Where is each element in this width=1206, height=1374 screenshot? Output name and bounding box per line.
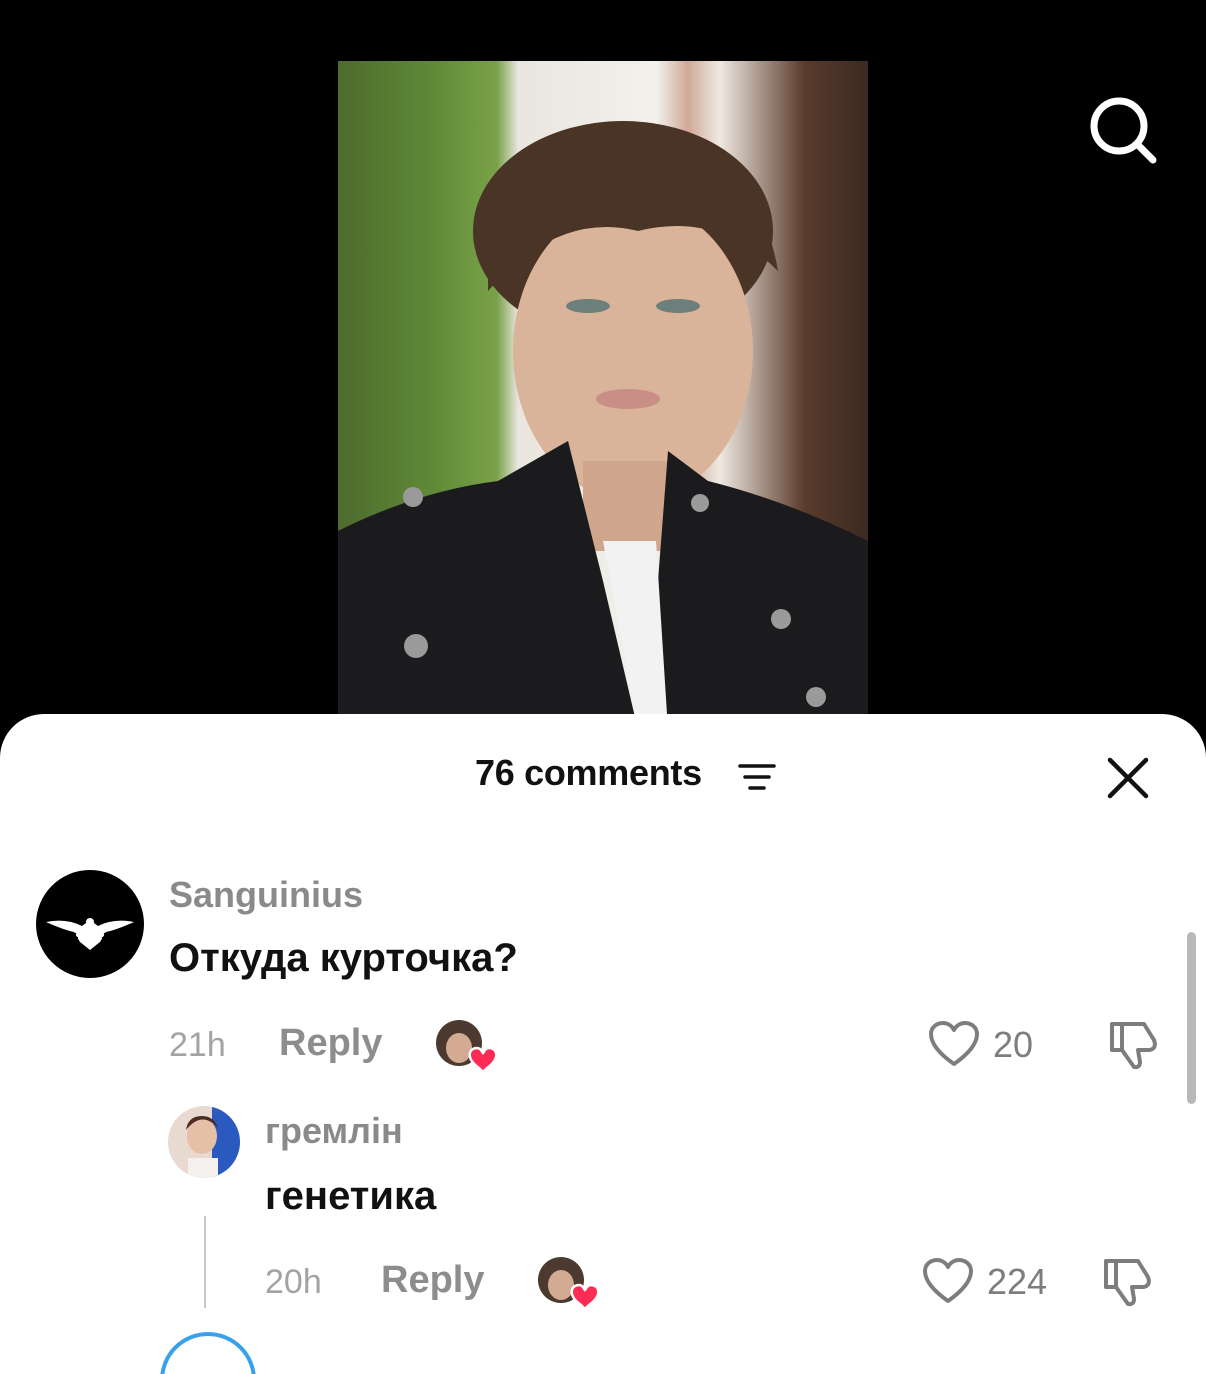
like-count: 20 [993,1024,1034,1065]
thumbs-down-icon[interactable] [1102,1257,1154,1307]
creator-liked-badge [435,1018,498,1076]
comment-text: генетика [265,1174,437,1218]
comments-count-title: 76 comments [475,752,702,793]
reply-button[interactable]: Reply [279,1022,382,1065]
heart-icon[interactable] [928,1020,980,1068]
comment-username[interactable]: Sanguinius [169,874,363,916]
video-thumbnail[interactable] [338,61,868,730]
comments-header: 76 comments [0,750,1206,806]
close-icon[interactable] [1104,754,1152,802]
sort-filter-icon[interactable] [738,762,776,792]
scrollbar[interactable] [1187,932,1196,1104]
comments-sheet: 76 comments Sanguinius Откуда курточка? … [0,714,1206,1374]
eagle-logo-icon [46,918,134,950]
comment-timestamp: 21h [169,1026,226,1064]
video-area [0,0,1206,730]
reply-button[interactable]: Reply [381,1259,484,1302]
thread-line [204,1216,206,1308]
comment-username[interactable]: гремлін [265,1110,403,1152]
comment-text: Откуда курточка? [169,936,518,980]
heart-icon[interactable] [922,1257,974,1305]
comment-timestamp: 20h [265,1263,322,1301]
next-comment-avatar[interactable] [160,1332,256,1374]
creator-liked-badge [537,1255,600,1313]
avatar[interactable] [168,1106,240,1178]
search-icon[interactable] [1088,95,1158,165]
like-count: 224 [987,1261,1048,1302]
thumbs-down-icon[interactable] [1108,1020,1160,1070]
avatar[interactable] [36,870,144,978]
